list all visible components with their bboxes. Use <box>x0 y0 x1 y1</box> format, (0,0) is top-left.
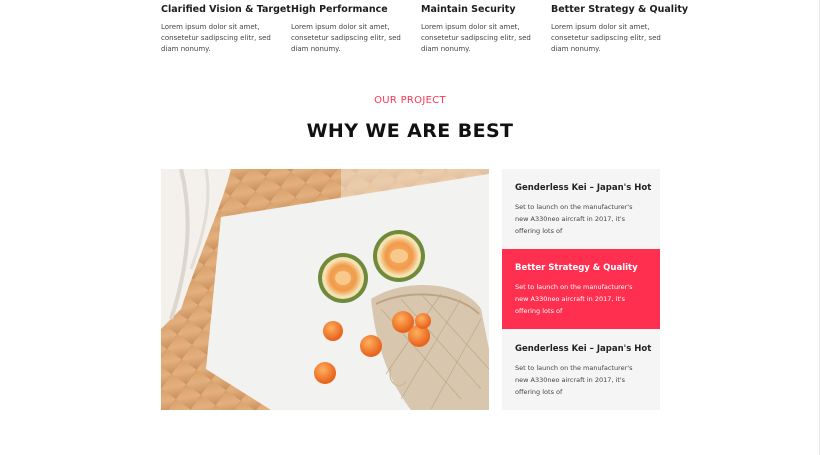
feature-text: Lorem ipsum dolor sit amet, consetetur s… <box>551 23 661 53</box>
feature-text: Lorem ipsum dolor sit amet, consetetur s… <box>421 23 531 53</box>
project-card[interactable]: Genderless Kei – Japan's Hot Set to laun… <box>502 330 660 410</box>
section-eyebrow: OUR PROJECT <box>374 95 446 106</box>
project-photo <box>161 169 489 410</box>
card-text: Set to launch on the manufacturer's new … <box>515 283 633 315</box>
feature-item: Clarified Vision & Target Lorem ipsum do… <box>161 4 291 55</box>
section-title: WHY WE ARE BEST <box>306 120 514 142</box>
feature-text: Lorem ipsum dolor sit amet, consetetur s… <box>161 23 271 53</box>
feature-title: High Performance <box>291 4 388 15</box>
card-title: Better Strategy & Quality <box>515 263 638 273</box>
project-image <box>161 169 489 410</box>
feature-item: Better Strategy & Quality Lorem ipsum do… <box>551 4 689 55</box>
project-card[interactable]: Genderless Kei – Japan's Hot Set to laun… <box>502 169 660 249</box>
features-row: Clarified Vision & Target Lorem ipsum do… <box>161 4 689 55</box>
project-cards: Genderless Kei – Japan's Hot Set to laun… <box>502 169 660 410</box>
feature-title: Better Strategy & Quality <box>551 4 689 15</box>
card-text: Set to launch on the manufacturer's new … <box>515 203 633 235</box>
card-title: Genderless Kei – Japan's Hot <box>515 183 652 193</box>
card-text: Set to launch on the manufacturer's new … <box>515 364 633 396</box>
feature-item: High Performance Lorem ipsum dolor sit a… <box>291 4 421 55</box>
feature-title: Clarified Vision & Target <box>161 4 291 15</box>
feature-text: Lorem ipsum dolor sit amet, consetetur s… <box>291 23 401 53</box>
feature-title: Maintain Security <box>421 4 516 15</box>
page: Clarified Vision & Target Lorem ipsum do… <box>0 0 820 455</box>
card-title: Genderless Kei – Japan's Hot <box>515 344 652 354</box>
feature-item: Maintain Security Lorem ipsum dolor sit … <box>421 4 551 55</box>
project-card-active[interactable]: Better Strategy & Quality Set to launch … <box>502 249 660 329</box>
